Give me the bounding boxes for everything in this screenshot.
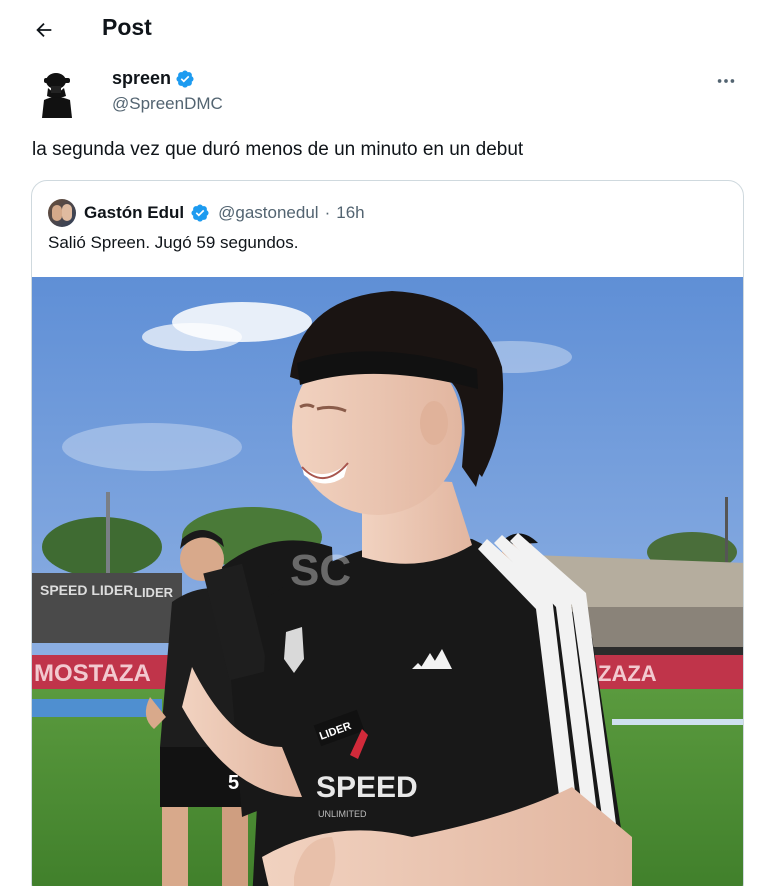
board-left-text: SPEED LIDER xyxy=(40,582,133,598)
quoted-post[interactable]: Gastón Edul @gastonedul · 16h Salió Spre… xyxy=(31,180,744,886)
separator-dot: · xyxy=(324,203,331,222)
quoted-post-header: Gastón Edul @gastonedul · 16h xyxy=(48,199,365,227)
back-button[interactable] xyxy=(30,16,58,44)
more-horizontal-icon xyxy=(717,79,735,83)
shirt-sponsor-main: SPEED xyxy=(316,771,418,804)
author-name-row: spreen xyxy=(112,68,195,89)
banner-left-text: MOSTAZA xyxy=(34,660,151,687)
page-header: Post xyxy=(10,0,762,58)
author-name[interactable]: spreen xyxy=(112,68,171,89)
quoted-post-text: Salió Spreen. Jugó 59 segundos. xyxy=(48,233,299,252)
avatar[interactable] xyxy=(36,70,78,118)
board-right-text: LIDER xyxy=(134,585,174,600)
shirt-sponsor-bottom: UNLIMITED xyxy=(318,809,367,819)
quoted-author-handle[interactable]: @gastonedul xyxy=(218,203,318,223)
verified-badge-icon xyxy=(176,69,194,88)
banner-right-text: ZAZA xyxy=(598,661,657,686)
page-title: Post xyxy=(102,14,152,40)
post-author: spreen @SpreenDMC xyxy=(30,66,742,122)
player-number: 5 xyxy=(228,772,239,794)
arrow-left-icon xyxy=(36,22,52,38)
quoted-timestamp[interactable]: 16h xyxy=(336,203,364,223)
verified-badge-icon xyxy=(191,204,209,222)
post-text: la segunda vez que duró menos de un minu… xyxy=(32,139,524,160)
quoted-avatar[interactable] xyxy=(48,199,76,227)
quoted-author-name[interactable]: Gastón Edul xyxy=(84,203,184,223)
photo-watermark: SC xyxy=(290,546,351,595)
more-button[interactable] xyxy=(712,70,740,92)
author-handle[interactable]: @SpreenDMC xyxy=(112,94,223,114)
post-view: Post spreen @SpreenDMC la segunda vez qu… xyxy=(10,0,762,886)
post-photo[interactable]: SPEED LIDER LIDER MOSTAZA ZAZA 5 LIDER S… xyxy=(32,277,743,886)
